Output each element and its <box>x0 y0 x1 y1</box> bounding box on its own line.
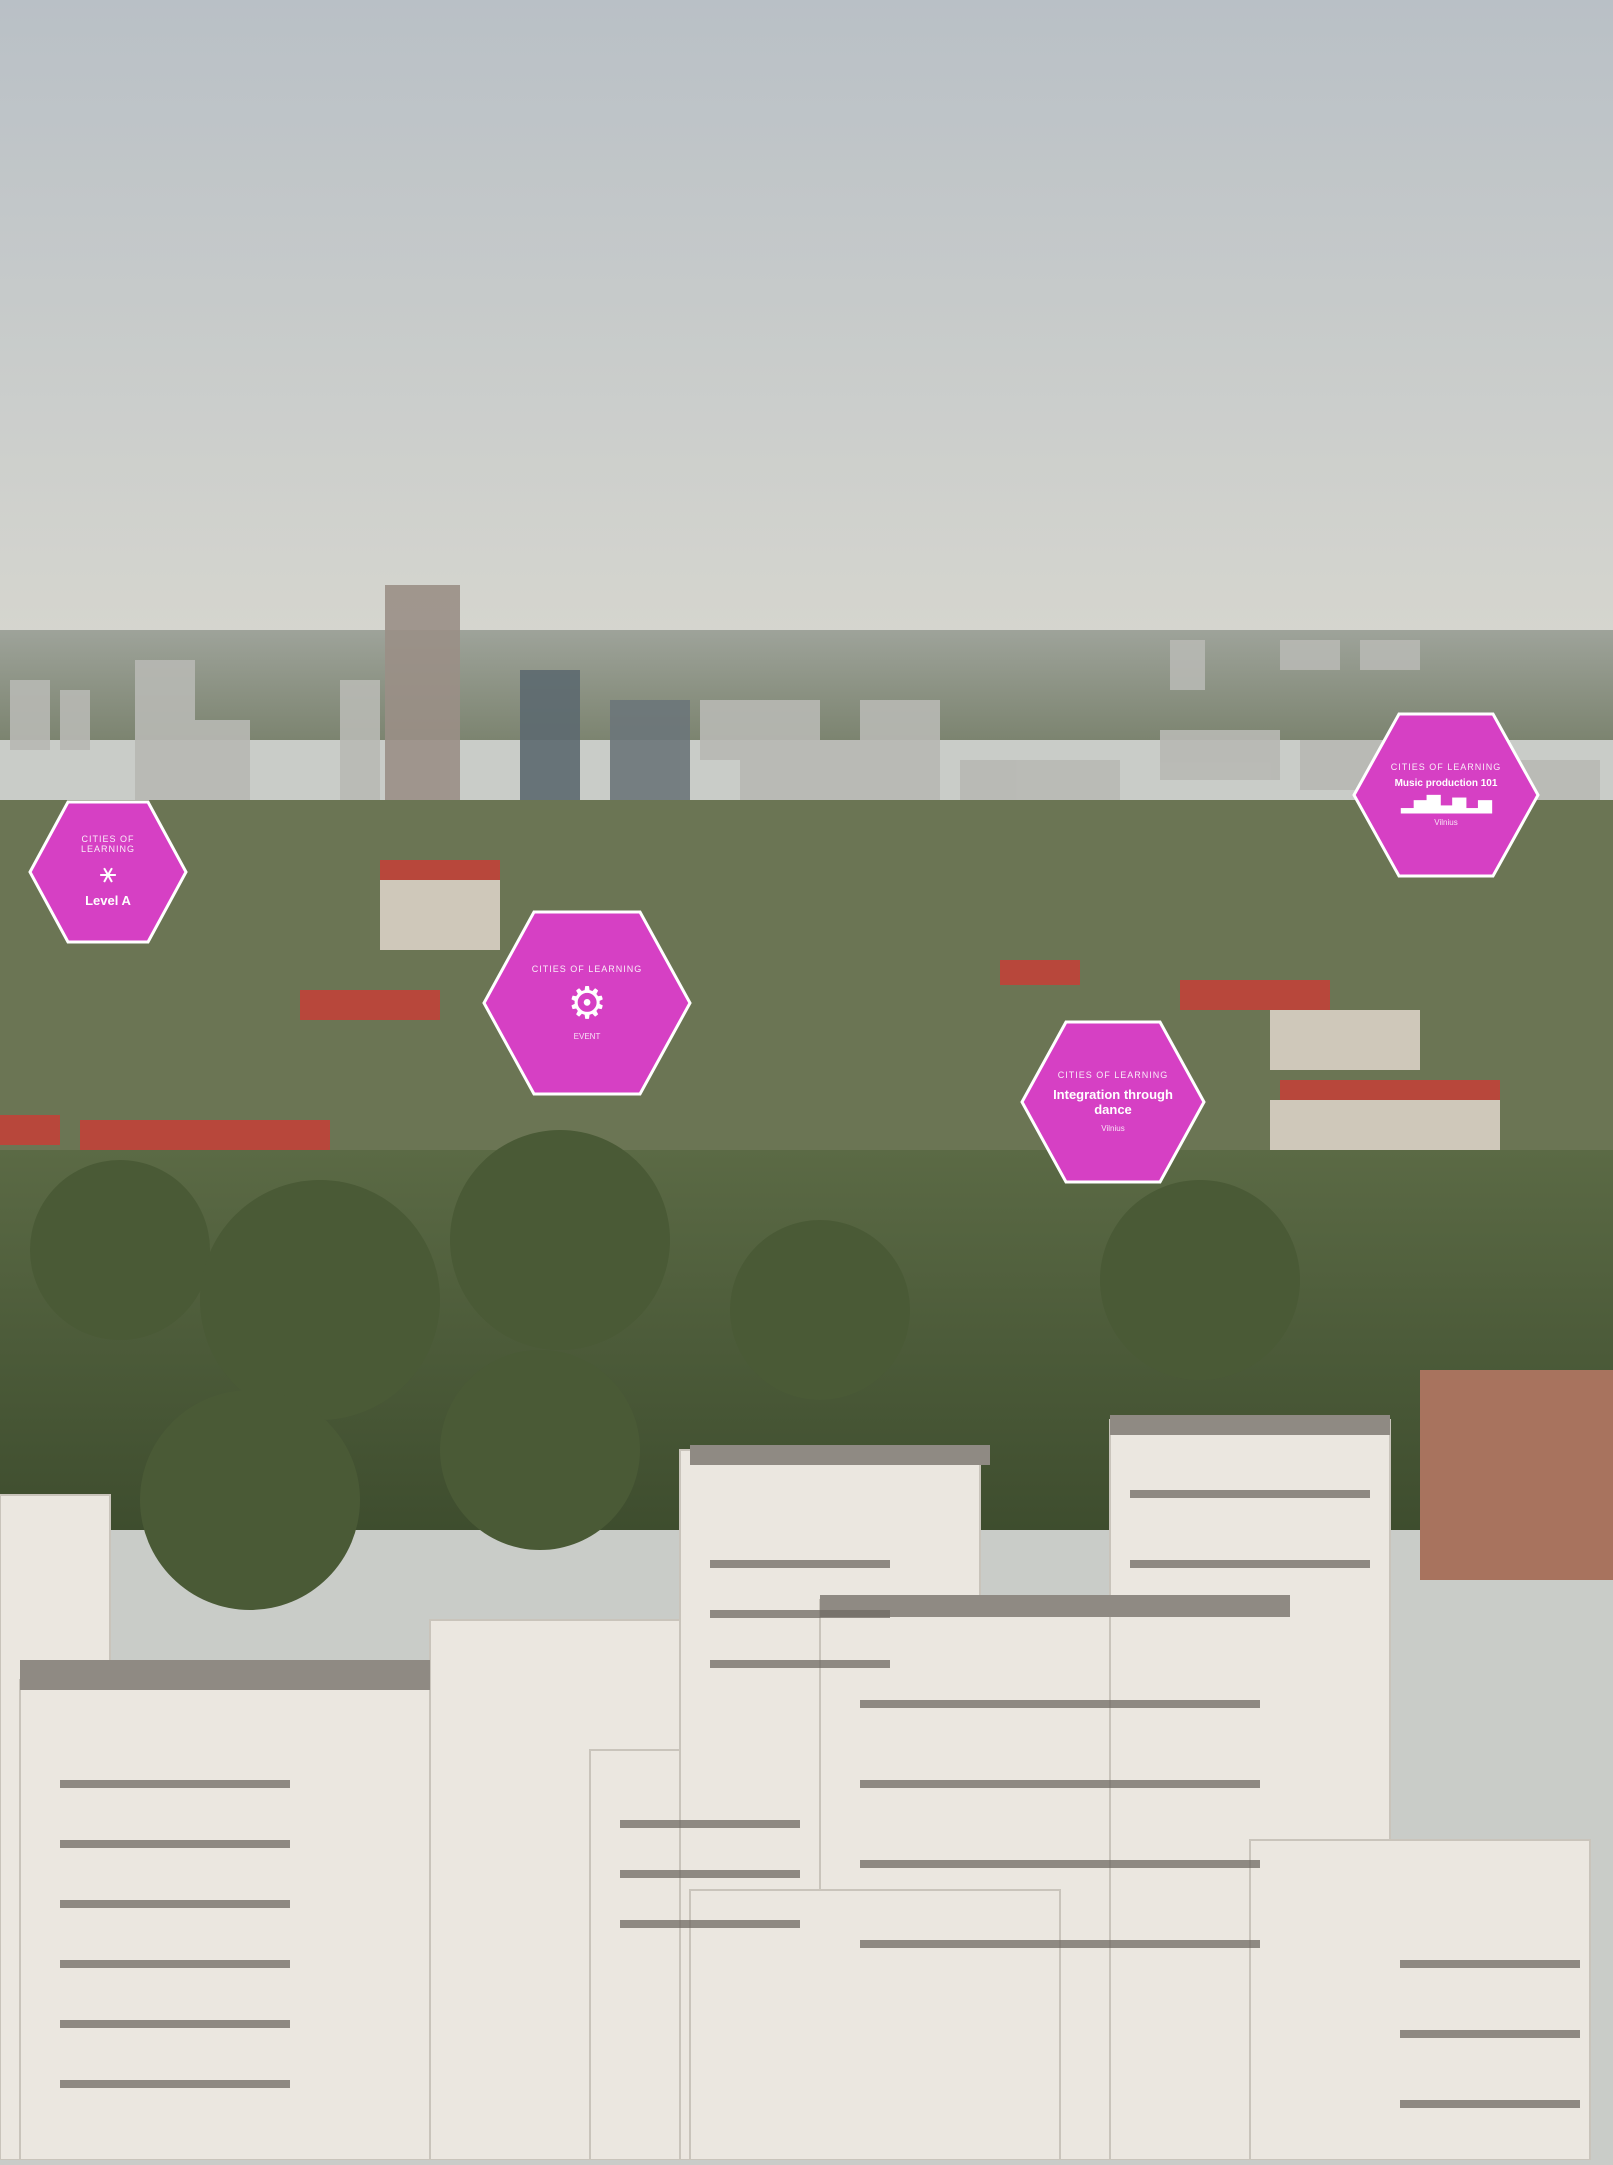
city-aerial-photo <box>0 0 1613 2161</box>
hex-integration-dance[interactable]: CITIES OF LEARNING Integration through d… <box>1020 1020 1206 1184</box>
hex-sub: EVENT <box>573 1032 601 1042</box>
hex-sub: Vilnius <box>1434 818 1458 828</box>
hex-title: Music production 101 <box>1394 778 1498 790</box>
hex-title: Integration through dance <box>1053 1086 1173 1118</box>
hex-brand: CITIES OF LEARNING <box>531 963 643 974</box>
hex-music-production[interactable]: CITIES OF LEARNING Music production 101 … <box>1352 712 1540 878</box>
hex-brand: CITIES OF LEARNING <box>80 834 135 855</box>
dancer-icon: ⚹ <box>99 857 117 889</box>
hex-event[interactable]: CITIES OF LEARNING ⚙ EVENT <box>482 910 692 1096</box>
hex-sub: Vilnius <box>1101 1124 1125 1134</box>
hex-brand: CITIES OF LEARNING <box>1057 1069 1169 1080</box>
globe-gear-icon: ⚙ <box>567 979 607 1029</box>
hex-title: Level A <box>85 893 131 909</box>
hex-level-a[interactable]: CITIES OF LEARNING ⚹ Level A <box>28 800 188 944</box>
hex-brand: CITIES OF LEARNING <box>1390 761 1502 772</box>
soundwave-icon: ▂▅▇▃▆▂▅ <box>1401 793 1492 814</box>
